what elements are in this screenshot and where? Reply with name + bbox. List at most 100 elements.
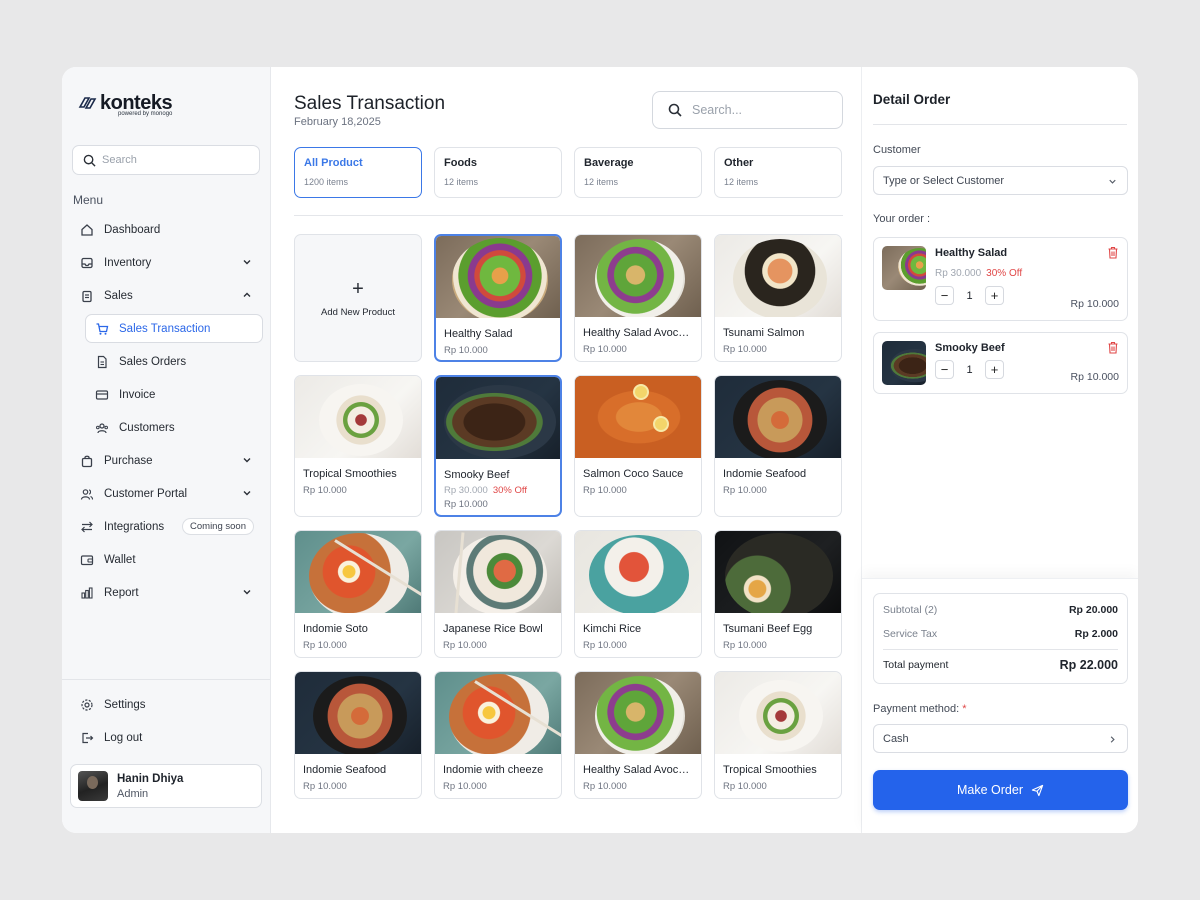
sidebar-item-inventory[interactable]: Inventory xyxy=(62,246,271,279)
product-price: Rp 10.000 xyxy=(723,640,767,651)
sidebar-item-settings[interactable]: Settings xyxy=(62,688,271,721)
sidebar-item-invoice[interactable]: Invoice xyxy=(62,378,271,411)
sidebar-item-purchase[interactable]: Purchase xyxy=(62,444,271,477)
payment-method-select[interactable]: Cash xyxy=(873,724,1128,753)
sidebar-item-label: Customer Portal xyxy=(104,487,188,500)
app-window: konteks powered by monogo Search Menu Da… xyxy=(62,67,1138,833)
product-card[interactable]: Tropical Smoothies Rp 10.000 xyxy=(714,671,842,799)
category-name: All Product xyxy=(304,157,363,169)
product-price: Rp 10.000 xyxy=(443,640,487,651)
category-count: 12 items xyxy=(584,177,619,187)
sidebar-item-label: Wallet xyxy=(104,553,136,566)
product-image xyxy=(575,531,701,613)
sidebar-item-customers[interactable]: Customers xyxy=(62,411,271,444)
order-item-body: Smooky Beef − 1 + Rp 10.000 xyxy=(935,341,1119,385)
logout-icon xyxy=(80,731,94,745)
category-name: Baverage xyxy=(584,157,634,169)
sidebar-item-label: Sales Orders xyxy=(119,355,187,368)
sidebar-item-label: Sales xyxy=(104,289,133,302)
customer-select-placeholder: Type or Select Customer xyxy=(883,174,1005,187)
chevron-right-icon xyxy=(1110,736,1115,743)
sidebar-item-integrations[interactable]: Integrations Coming soon xyxy=(62,510,271,543)
tab-all-product[interactable]: All Product 1200 items xyxy=(294,147,422,198)
add-product-label: Add New Product xyxy=(321,306,395,318)
sidebar-item-sales-transaction[interactable]: Sales Transaction xyxy=(85,314,263,343)
product-name: Indomie Soto xyxy=(303,623,368,635)
order-summary: Subtotal (2) Rp 20.000 Service Tax Rp 2.… xyxy=(873,593,1128,684)
tax-label: Service Tax xyxy=(883,628,938,640)
product-image xyxy=(575,672,701,754)
tab-other[interactable]: Other 12 items xyxy=(714,147,842,198)
sidebar-item-label: Settings xyxy=(104,698,146,711)
product-card[interactable]: Kimchi Rice Rp 10.000 xyxy=(574,530,702,658)
product-grid: + Add New Product Healthy Salad Rp 10.00… xyxy=(294,234,846,804)
product-card[interactable]: Salmon Coco Sauce Rp 10.000 xyxy=(574,375,702,517)
sidebar-item-logout[interactable]: Log out xyxy=(62,721,271,754)
order-item-body: Healthy Salad Rp 30.000 30% Off − 1 + Rp … xyxy=(935,246,1119,312)
chevron-down-icon xyxy=(1109,179,1116,184)
product-name: Tropical Smoothies xyxy=(303,468,397,480)
order-item-name: Healthy Salad xyxy=(935,247,1008,259)
product-card[interactable]: Indomie Seafood Rp 10.000 xyxy=(714,375,842,517)
product-image xyxy=(715,672,841,754)
sidebar-item-label: Dashboard xyxy=(104,223,161,236)
wallet-icon xyxy=(80,553,94,567)
order-item: Healthy Salad Rp 30.000 30% Off − 1 + Rp … xyxy=(873,237,1128,321)
main-divider xyxy=(294,215,843,216)
panel-divider xyxy=(873,124,1127,125)
add-new-product-button[interactable]: + Add New Product xyxy=(294,234,422,362)
sidebar-item-label: Integrations xyxy=(104,520,165,533)
increase-quantity-button[interactable]: + xyxy=(985,286,1004,305)
product-name: Healthy Salad Avocado xyxy=(583,327,695,339)
product-image xyxy=(435,672,561,754)
trash-icon[interactable] xyxy=(1107,341,1119,354)
product-old-price: Rp 30.000 xyxy=(444,485,488,496)
product-card[interactable]: Smooky Beef Rp 30.000 30% Off Rp 10.000 xyxy=(434,375,562,517)
increase-quantity-button[interactable]: + xyxy=(985,360,1004,379)
sidebar-item-dashboard[interactable]: Dashboard xyxy=(62,213,271,246)
chart-icon xyxy=(80,586,94,600)
decrease-quantity-button[interactable]: − xyxy=(935,360,954,379)
product-name: Tsumani Beef Egg xyxy=(723,623,813,635)
sidebar-search-input[interactable]: Search xyxy=(72,145,260,175)
decrease-quantity-button[interactable]: − xyxy=(935,286,954,305)
product-card[interactable]: Indomie Seafood Rp 10.000 xyxy=(294,671,422,799)
page-date: February 18,2025 xyxy=(294,116,381,128)
product-card[interactable]: Indomie with cheeze Rp 10.000 xyxy=(434,671,562,799)
product-card[interactable]: Tsunami Salmon Rp 10.000 xyxy=(714,234,842,362)
user-profile-card[interactable]: Hanin Dhiya Admin xyxy=(70,764,262,808)
sidebar-nav: Dashboard Inventory Sales Sales Transact… xyxy=(62,213,271,609)
product-card[interactable]: Tsumani Beef Egg Rp 10.000 xyxy=(714,530,842,658)
product-card[interactable]: Healthy Salad Avocado Rp 10.000 xyxy=(574,671,702,799)
sidebar-item-sales-orders[interactable]: Sales Orders xyxy=(62,345,271,378)
sidebar-item-report[interactable]: Report xyxy=(62,576,271,609)
product-card[interactable]: Healthy Salad Avocado Rp 10.000 xyxy=(574,234,702,362)
tab-baverage[interactable]: Baverage 12 items xyxy=(574,147,702,198)
tax-value: Rp 2.000 xyxy=(1074,628,1118,640)
product-card[interactable]: Healthy Salad Rp 10.000 xyxy=(434,234,562,362)
sidebar-item-customer-portal[interactable]: Customer Portal xyxy=(62,477,271,510)
product-name: Tsunami Salmon xyxy=(723,327,805,339)
clipboard-icon xyxy=(80,289,94,303)
coming-soon-badge: Coming soon xyxy=(182,518,254,535)
product-card[interactable]: Indomie Soto Rp 10.000 xyxy=(294,530,422,658)
product-image xyxy=(715,531,841,613)
product-search-input[interactable]: Search... xyxy=(652,91,843,129)
sidebar-item-wallet[interactable]: Wallet xyxy=(62,543,271,576)
summary-divider xyxy=(883,649,1118,650)
payment-method-value: Cash xyxy=(883,732,909,745)
customer-select[interactable]: Type or Select Customer xyxy=(873,166,1128,195)
main-content: Sales Transaction February 18,2025 Searc… xyxy=(271,67,861,833)
product-image xyxy=(435,531,561,613)
product-card[interactable]: Japanese Rice Bowl Rp 10.000 xyxy=(434,530,562,658)
tab-foods[interactable]: Foods 12 items xyxy=(434,147,562,198)
make-order-button[interactable]: Make Order xyxy=(873,770,1128,810)
brand-logo[interactable]: konteks powered by monogo xyxy=(78,93,173,117)
product-card[interactable]: Tropical Smoothies Rp 10.000 xyxy=(294,375,422,517)
user-group-icon xyxy=(80,487,94,501)
trash-icon[interactable] xyxy=(1107,246,1119,259)
make-order-label: Make Order xyxy=(957,783,1023,797)
sidebar-item-sales[interactable]: Sales xyxy=(62,279,271,312)
bag-icon xyxy=(80,454,94,468)
search-icon xyxy=(83,154,96,167)
